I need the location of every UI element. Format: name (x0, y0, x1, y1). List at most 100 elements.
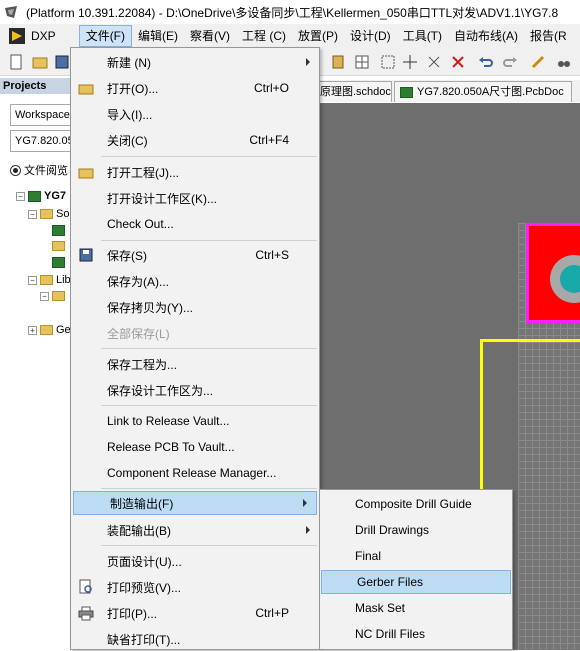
menu-item-save-copy-as[interactable]: 保存拷贝为(Y)... (71, 295, 319, 319)
move-icon[interactable] (402, 54, 418, 70)
tree-item-label: YG7 (44, 190, 67, 202)
dxp-logo-icon (9, 28, 25, 44)
submenu-item-gerber-files[interactable]: Gerber Files (321, 570, 511, 594)
collapse-icon[interactable]: − (28, 275, 37, 285)
deselect-icon[interactable] (450, 54, 466, 70)
menu-item-label: Release PCB To Vault... (107, 440, 235, 454)
menu-item-label: 打开(O)... (107, 81, 159, 96)
menu-item-label: Check Out... (107, 217, 174, 231)
menu-item-label: 打开工程(J)... (107, 165, 179, 180)
menu-item-print[interactable]: 打印(P)... Ctrl+P (71, 601, 319, 625)
window-title: (Platform 10.391.22084) - D:\OneDrive\多设… (26, 5, 559, 20)
pcbdoc-icon (52, 224, 65, 236)
menu-item-label: 导入(I)... (107, 107, 153, 122)
menu-item-print-preview[interactable]: 打印预览(V)... (71, 575, 319, 599)
dxp-menu-button[interactable]: DXP (3, 25, 62, 47)
menu-place[interactable]: 放置(P) (292, 25, 344, 47)
folder-open-icon (78, 164, 94, 180)
file-view-radio[interactable]: 文件阅览 (10, 162, 68, 178)
pencil-icon[interactable] (530, 54, 546, 70)
menu-item-link-release-vault[interactable]: Link to Release Vault... (71, 409, 319, 433)
menu-item-save-workspace-as[interactable]: 保存设计工作区为... (71, 378, 319, 402)
redo-icon[interactable] (502, 54, 518, 70)
menu-item-open-project[interactable]: 打开工程(J)... (71, 160, 319, 184)
select-area-icon[interactable] (380, 54, 396, 70)
menu-item-label: Link to Release Vault... (107, 414, 230, 428)
menu-item-shortcut: Ctrl+O (253, 81, 289, 95)
menu-item-assembly-outputs[interactable]: 装配输出(B) (71, 518, 319, 542)
submenu-item-label: Drill Drawings (355, 523, 430, 537)
menu-view[interactable]: 察看(V) (184, 25, 236, 47)
menu-separator (101, 405, 317, 406)
submenu-item-label: NC Drill Files (355, 627, 425, 641)
tab-pcbdoc[interactable]: YG7.820.050A尺寸图.PcbDoc (394, 81, 572, 102)
menu-project[interactable]: 工程 (C) (236, 25, 292, 47)
menu-item-label: 保存工程为... (107, 357, 178, 372)
submenu-arrow-icon (306, 526, 310, 534)
save-icon[interactable] (54, 54, 70, 70)
tree-item-generated[interactable]: + Ge (28, 322, 71, 338)
submenu-item-composite-drill-guide[interactable]: Composite Drill Guide (320, 492, 512, 516)
collapse-icon[interactable]: − (40, 291, 49, 301)
file-view-radio-label: 文件阅览 (24, 165, 68, 177)
paste-icon[interactable] (330, 54, 346, 70)
tree-item-pcbdoc-2[interactable] (52, 254, 68, 270)
menu-item-save-project-as[interactable]: 保存工程为... (71, 352, 319, 376)
menu-item-import[interactable]: 导入(I)... (71, 102, 319, 126)
menu-item-new[interactable]: 新建 (N) (71, 50, 319, 74)
tree-item-lib-sub[interactable]: − (40, 288, 68, 304)
collapse-icon[interactable]: − (28, 209, 37, 219)
tab-label: YG7.820.050A尺寸图.PcbDoc (417, 85, 564, 98)
expand-icon[interactable]: + (28, 325, 37, 335)
menu-item-check-out[interactable]: Check Out... (71, 212, 319, 236)
menu-item-label: 页面设计(U)... (107, 554, 182, 569)
menu-item-default-print[interactable]: 缺省打印(T)... (71, 627, 319, 651)
submenu-item-label: Gerber Files (357, 575, 424, 589)
title-bar: (Platform 10.391.22084) - D:\OneDrive\多设… (0, 0, 580, 24)
new-doc-icon[interactable] (8, 54, 24, 70)
track-horizontal (480, 339, 580, 342)
grid-icon[interactable] (354, 54, 370, 70)
submenu-item-nc-drill-files[interactable]: NC Drill Files (320, 622, 512, 646)
menu-item-save[interactable]: 保存(S) Ctrl+S (71, 243, 319, 267)
menu-item-label: 保存(S) (107, 248, 147, 263)
binoculars-icon[interactable] (556, 54, 572, 70)
tree-item-source[interactable]: − So (28, 206, 69, 222)
menu-item-page-setup[interactable]: 页面设计(U)... (71, 549, 319, 573)
menu-file[interactable]: 文件(F) (78, 25, 133, 47)
menu-autoroute[interactable]: 自动布线(A) (448, 25, 524, 47)
tree-item-project[interactable]: − YG7 (16, 188, 66, 204)
menu-separator (101, 240, 317, 241)
menu-item-label: 缺省打印(T)... (107, 632, 181, 647)
menu-tools[interactable]: 工具(T) (397, 25, 448, 47)
folder-icon (52, 291, 65, 301)
tree-item-pcbdoc[interactable] (52, 222, 68, 238)
undo-icon[interactable] (478, 54, 494, 70)
menu-item-label: Component Release Manager... (107, 466, 277, 480)
collapse-icon[interactable]: − (16, 191, 25, 201)
open-folder-icon[interactable] (32, 54, 48, 70)
menu-reports[interactable]: 报告(R (524, 25, 573, 47)
menu-item-close[interactable]: 关闭(C) Ctrl+F4 (71, 128, 319, 152)
folder-icon (40, 325, 53, 335)
tree-item-schdoc[interactable] (52, 238, 68, 254)
menu-item-open[interactable]: 打开(O)... Ctrl+O (71, 76, 319, 100)
submenu-arrow-icon (303, 499, 307, 507)
tree-item-libraries[interactable]: − Lib (28, 272, 71, 288)
menu-item-component-release-manager[interactable]: Component Release Manager... (71, 461, 319, 485)
tab-schdoc[interactable]: 原理图.schdoc (314, 81, 392, 102)
fabrication-outputs-submenu: Composite Drill Guide Drill Drawings Fin… (319, 489, 513, 650)
submenu-item-mask-set[interactable]: Mask Set (320, 596, 512, 620)
menu-item-fabrication-outputs[interactable]: 制造输出(F) (73, 491, 317, 515)
submenu-item-drill-drawings[interactable]: Drill Drawings (320, 518, 512, 542)
cross-select-icon[interactable] (426, 54, 442, 70)
menu-item-release-pcb-vault[interactable]: Release PCB To Vault... (71, 435, 319, 459)
submenu-item-final[interactable]: Final (320, 544, 512, 568)
menu-edit[interactable]: 编辑(E) (132, 25, 184, 47)
menu-item-open-workspace[interactable]: 打开设计工作区(K)... (71, 186, 319, 210)
menu-item-label: 保存设计工作区为... (107, 383, 214, 398)
save-icon (78, 247, 94, 263)
menu-item-label: 装配输出(B) (107, 523, 171, 538)
menu-item-save-as[interactable]: 保存为(A)... (71, 269, 319, 293)
menu-design[interactable]: 设计(D) (344, 25, 397, 47)
